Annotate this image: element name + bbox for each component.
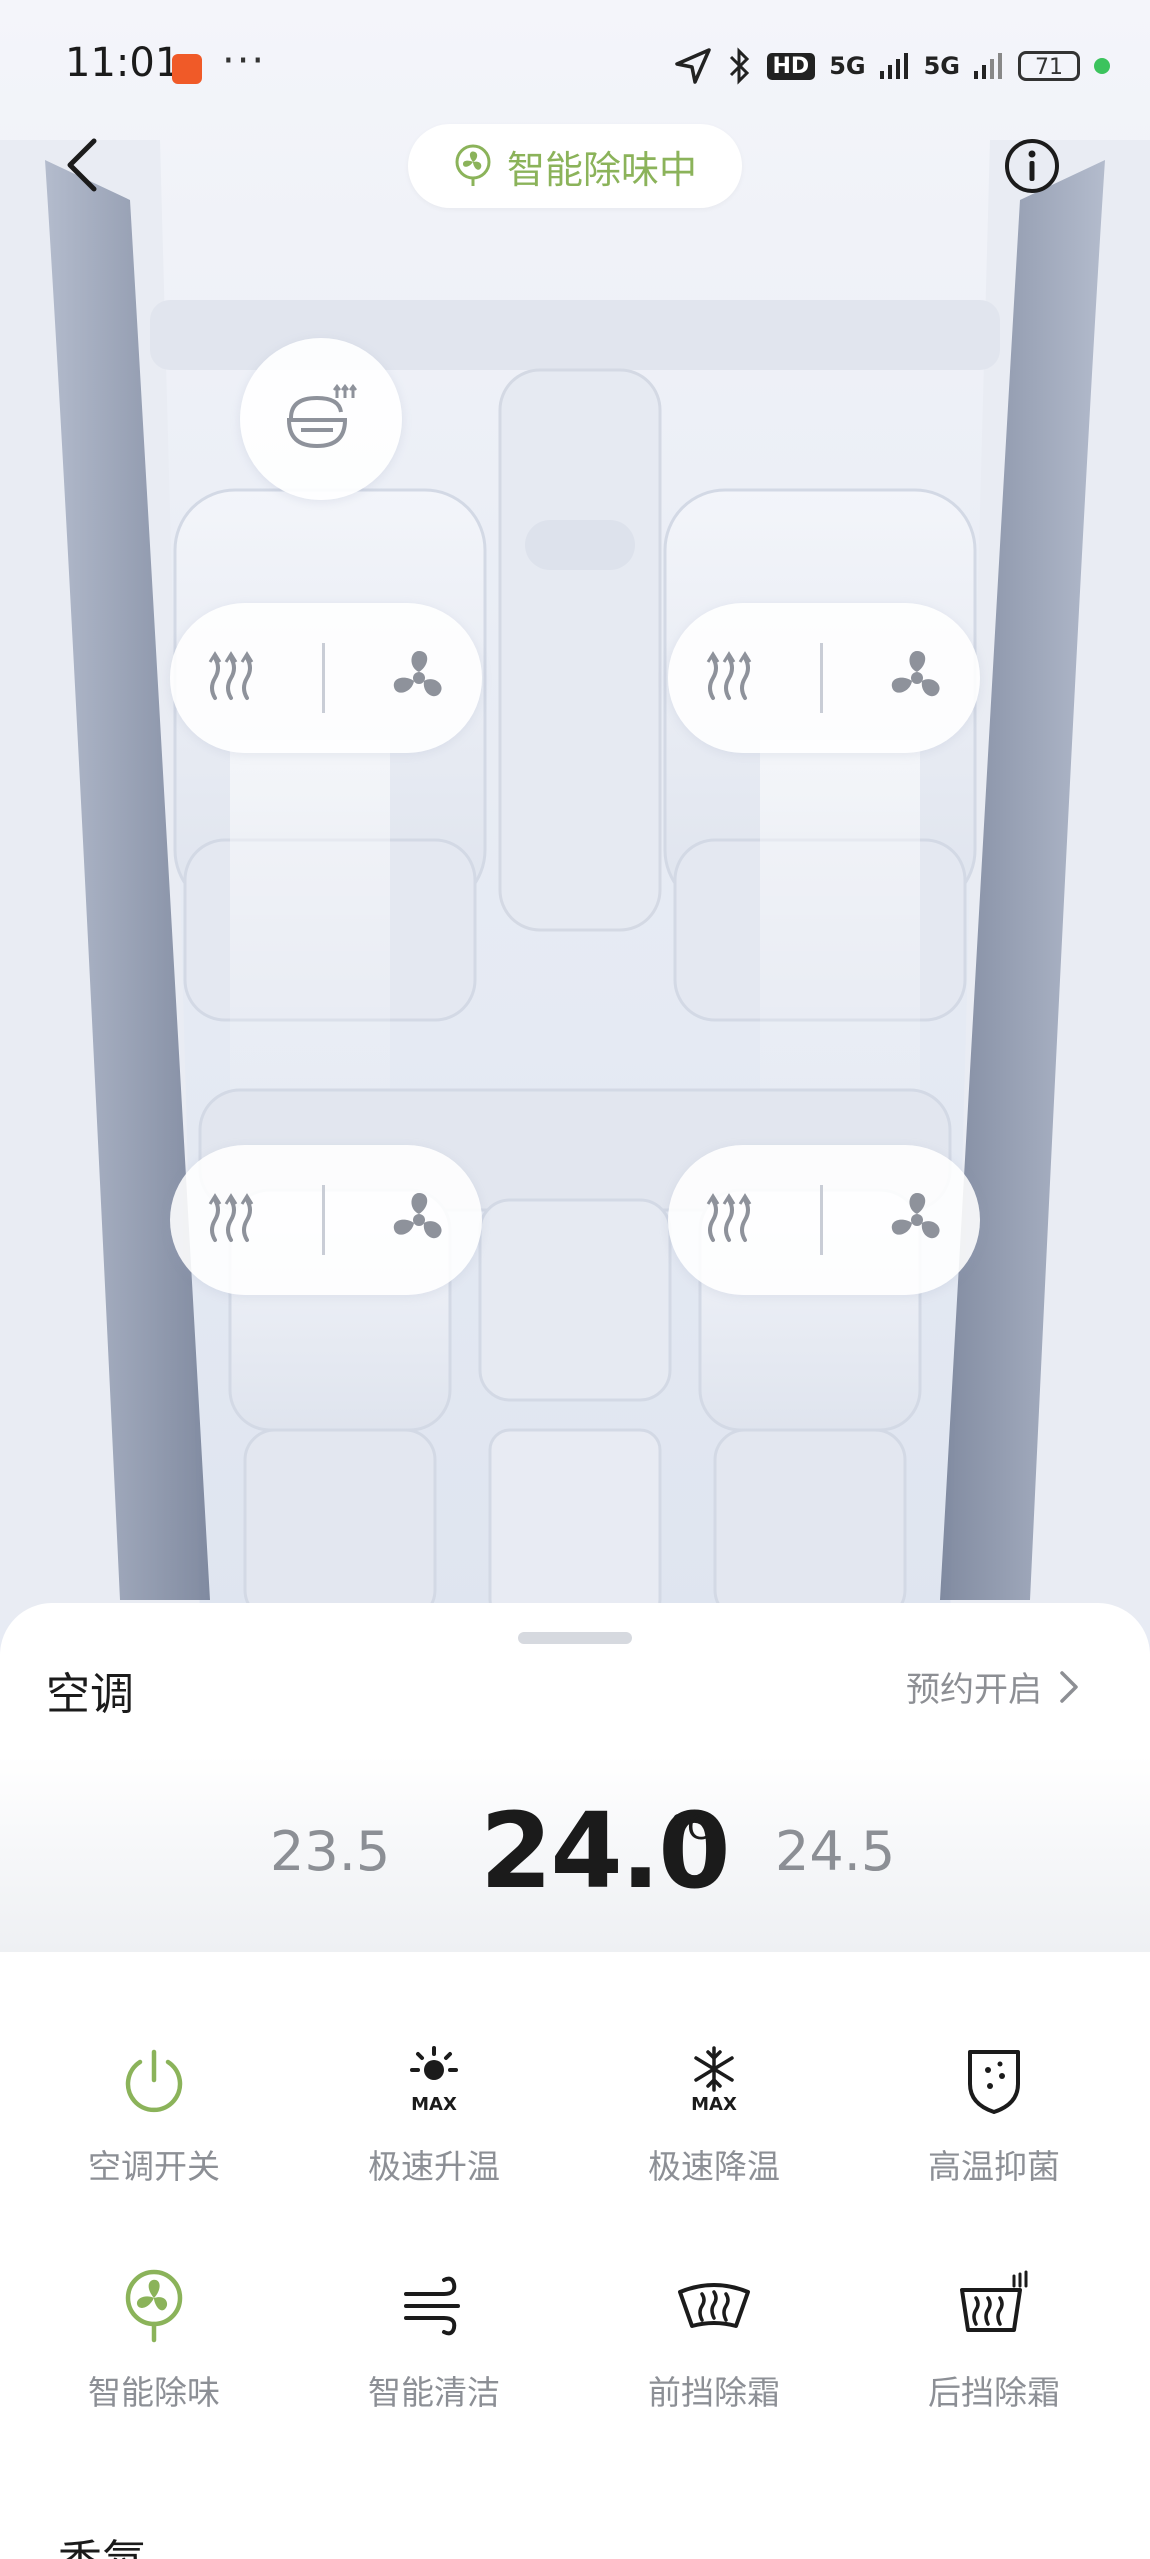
rear-defrost-button[interactable]: 后挡除霜 bbox=[854, 2266, 1134, 2446]
control-label: 极速升温 bbox=[368, 2147, 500, 2186]
seat-heat-icon[interactable] bbox=[201, 1190, 261, 1250]
front-defrost-icon bbox=[674, 2266, 754, 2346]
control-label: 智能除味 bbox=[88, 2373, 220, 2412]
info-icon bbox=[1005, 139, 1059, 193]
fan-icon bbox=[114, 2266, 194, 2346]
temp-unit: °C bbox=[670, 1808, 711, 1848]
fan-icon bbox=[455, 144, 491, 186]
schedule-button[interactable]: 预约开启 bbox=[906, 1662, 1080, 1711]
location-icon bbox=[674, 48, 711, 84]
front-defrost-button[interactable]: 前挡除霜 bbox=[574, 2266, 854, 2446]
chevron-right-icon bbox=[1060, 1670, 1078, 1703]
rapid-heat-button[interactable]: MAX 极速升温 bbox=[294, 2040, 574, 2220]
seat-control-front-right bbox=[668, 603, 980, 753]
temp-option-higher[interactable]: 24.5 bbox=[775, 1820, 895, 1883]
schedule-label: 预约开启 bbox=[906, 1670, 1042, 1710]
smart-clean-button[interactable]: 智能清洁 bbox=[294, 2266, 574, 2446]
steering-wheel-heat-button[interactable] bbox=[240, 338, 402, 500]
seat-ventilation-icon[interactable] bbox=[386, 645, 452, 711]
svg-text:MAX: MAX bbox=[691, 2094, 737, 2115]
control-label: 空调开关 bbox=[88, 2147, 220, 2186]
divider bbox=[819, 1185, 823, 1255]
bluetooth-icon bbox=[729, 47, 749, 85]
control-label: 前挡除霜 bbox=[648, 2373, 780, 2412]
back-button[interactable] bbox=[58, 135, 108, 195]
signal-5g-1: 5G bbox=[829, 52, 866, 80]
wind-icon bbox=[394, 2266, 474, 2346]
rear-defrost-icon bbox=[954, 2266, 1034, 2346]
clock: 11:01 bbox=[65, 40, 181, 86]
status-icons: HD 5G 5G 71 bbox=[673, 46, 1110, 86]
power-icon bbox=[114, 2040, 194, 2120]
more-notifications-icon: ··· bbox=[222, 38, 267, 84]
snowflake-max-icon: MAX bbox=[674, 2040, 754, 2120]
sterilize-button[interactable]: 高温抑菌 bbox=[854, 2040, 1134, 2220]
control-label: 极速降温 bbox=[648, 2147, 780, 2186]
seat-ventilation-icon[interactable] bbox=[386, 1187, 452, 1253]
seat-heat-icon[interactable] bbox=[699, 648, 759, 708]
shield-icon bbox=[954, 2040, 1034, 2120]
signal-bars-icon bbox=[879, 53, 908, 79]
signal-5g-2: 5G bbox=[923, 52, 960, 80]
chevron-left-icon bbox=[67, 138, 97, 192]
signal-bars-icon-2 bbox=[974, 53, 1002, 79]
seat-control-rear-left bbox=[170, 1145, 482, 1295]
smart-deodorize-button[interactable]: 智能除味 bbox=[14, 2266, 294, 2446]
control-label: 后挡除霜 bbox=[928, 2373, 1060, 2412]
section-title-ac: 空调 bbox=[46, 1669, 134, 1720]
control-label: 智能清洁 bbox=[368, 2373, 500, 2412]
mode-status-label: 智能除味中 bbox=[506, 147, 697, 192]
seat-control-rear-right bbox=[668, 1145, 980, 1295]
battery-indicator: 71 bbox=[1018, 51, 1080, 81]
hd-badge: HD bbox=[766, 52, 816, 80]
mode-status-pill[interactable]: 智能除味中 bbox=[408, 124, 742, 208]
divider bbox=[321, 1185, 325, 1255]
temp-option-lower[interactable]: 23.5 bbox=[270, 1820, 390, 1883]
seat-ventilation-icon[interactable] bbox=[884, 1187, 950, 1253]
seat-ventilation-icon[interactable] bbox=[884, 645, 950, 711]
sun-max-icon: MAX bbox=[394, 2040, 474, 2120]
section-title-fragrance: 香氛 bbox=[58, 2525, 146, 2559]
divider bbox=[819, 643, 823, 713]
notification-app-icon bbox=[172, 54, 202, 84]
seat-control-front-left bbox=[170, 603, 482, 753]
ac-power-button[interactable]: 空调开关 bbox=[14, 2040, 294, 2220]
seat-heat-icon[interactable] bbox=[201, 648, 261, 708]
car-view bbox=[0, 0, 1150, 1620]
car-interior-illustration bbox=[0, 140, 1150, 1620]
steering-wheel-heat-icon bbox=[286, 384, 357, 449]
seat-heat-icon[interactable] bbox=[699, 1190, 759, 1250]
privacy-indicator-dot bbox=[1094, 58, 1110, 74]
info-button[interactable] bbox=[1004, 138, 1060, 194]
page: { "status_bar": { "time": "11:01", "dots… bbox=[0, 0, 1150, 2559]
divider bbox=[321, 643, 325, 713]
rapid-cool-button[interactable]: MAX 极速降温 bbox=[574, 2040, 854, 2220]
sheet-drag-handle[interactable] bbox=[518, 1632, 632, 1644]
control-label: 高温抑菌 bbox=[928, 2147, 1060, 2186]
svg-text:MAX: MAX bbox=[411, 2094, 457, 2115]
status-bar: 11:01 ··· HD 5G 5G 71 bbox=[0, 0, 1150, 140]
